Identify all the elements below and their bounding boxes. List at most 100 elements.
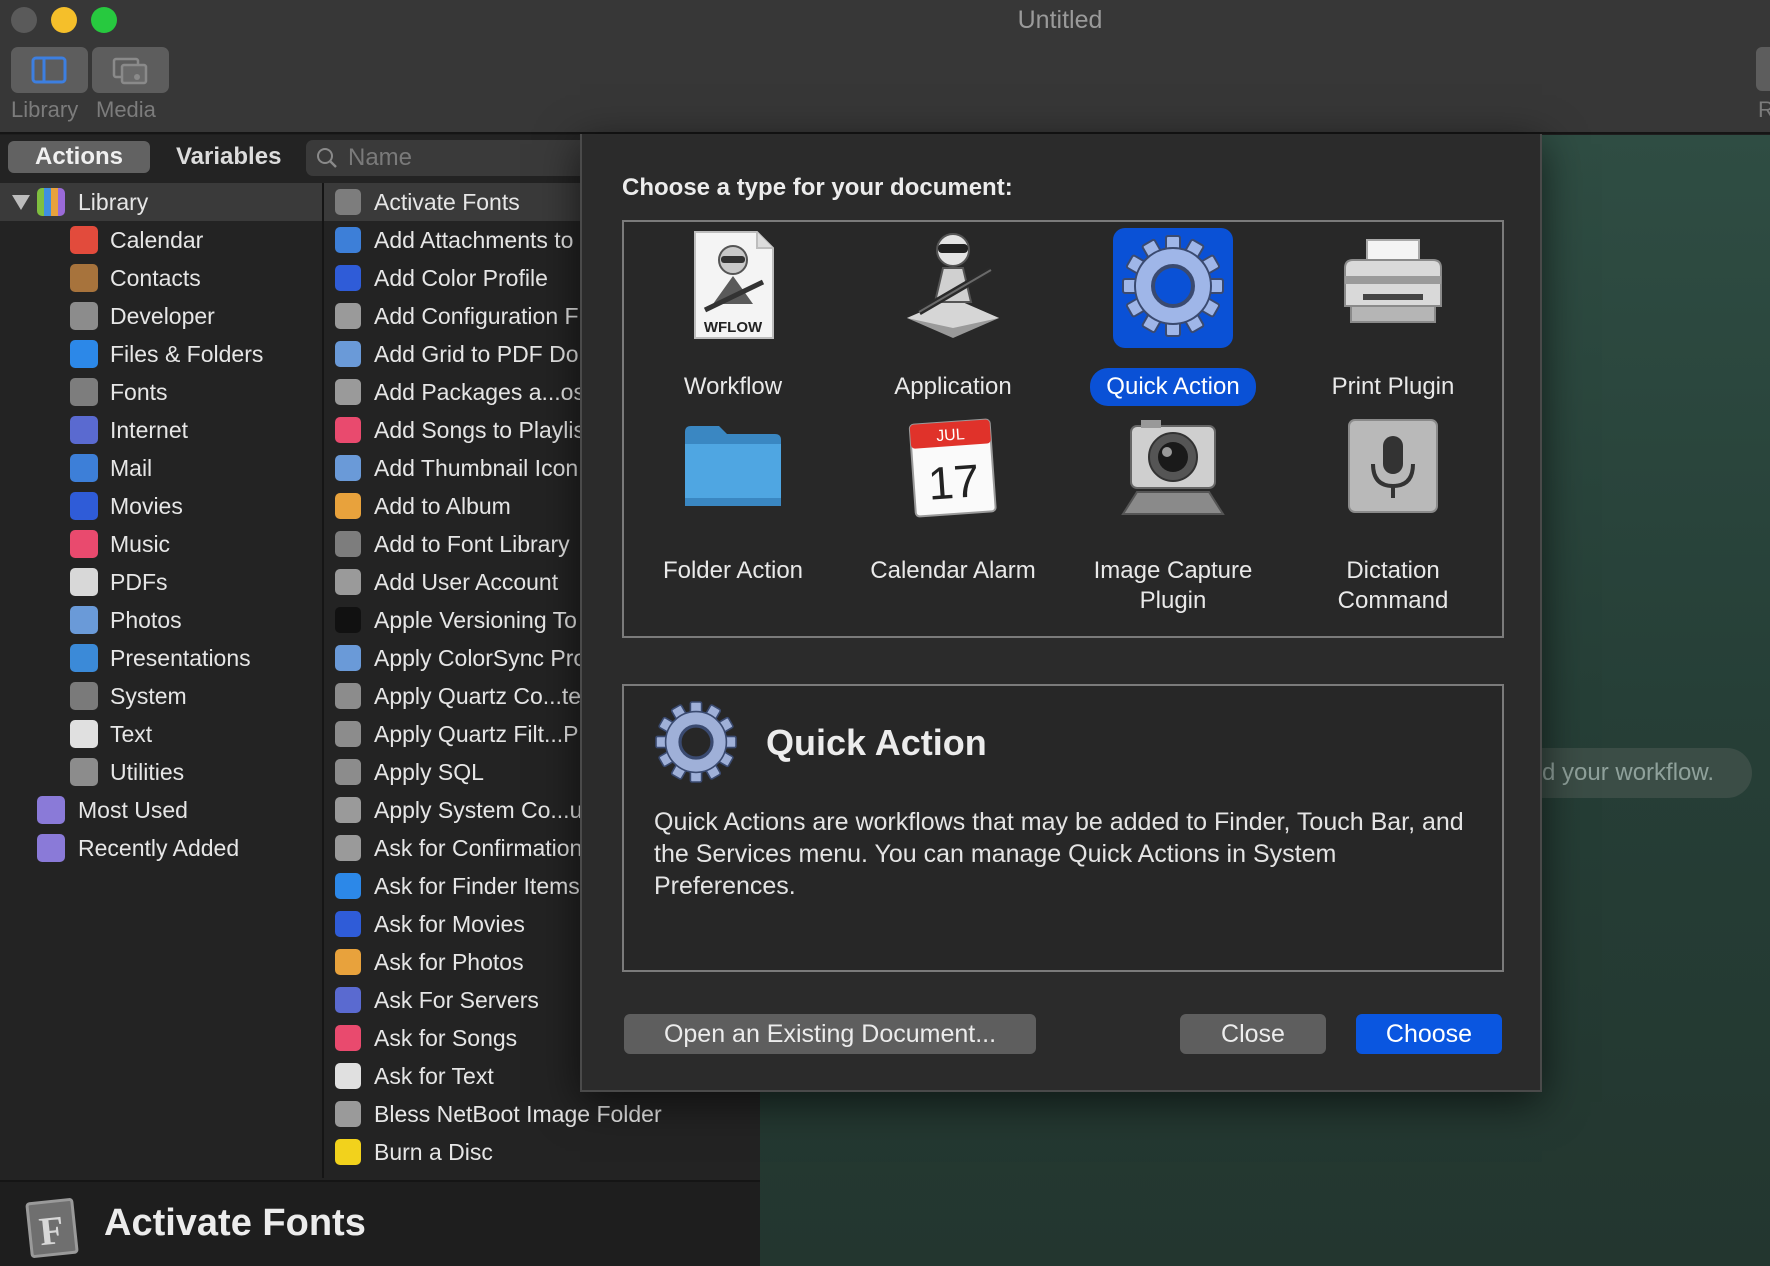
type-description-box: Quick Action Quick Actions are workflows… xyxy=(622,684,1504,972)
svg-text:JUL: JUL xyxy=(936,426,966,445)
mail-icon xyxy=(335,227,361,253)
category-photos[interactable]: Photos xyxy=(0,601,322,639)
action-label: Activate Fonts xyxy=(374,188,520,215)
action-label: Bless NetBoot Image Folder xyxy=(374,1100,662,1127)
category-mail[interactable]: Mail xyxy=(0,449,322,487)
category-label: Contacts xyxy=(110,264,201,291)
action-label: Apply Quartz Co...te xyxy=(374,682,582,709)
music-icon xyxy=(335,417,361,443)
action-label: Burn a Disc xyxy=(374,1138,493,1165)
action-label: Ask for Text xyxy=(374,1062,494,1089)
category-label: Music xyxy=(110,530,171,557)
automator-icon xyxy=(335,303,361,329)
camera-icon xyxy=(1113,412,1233,532)
search-field[interactable] xyxy=(306,140,606,176)
category-files-folders[interactable]: Files & Folders xyxy=(0,335,322,373)
library-segmented-control: Actions Variables xyxy=(8,141,303,173)
action-item[interactable]: Bless NetBoot Image Folder xyxy=(324,1095,760,1133)
category-pdfs[interactable]: PDFs xyxy=(0,563,322,601)
gear-icon xyxy=(655,701,737,783)
action-label: Add User Account xyxy=(374,568,559,595)
media-label: Media xyxy=(96,97,156,122)
type-label: Calendar Alarm xyxy=(870,557,1036,584)
category-label: Most Used xyxy=(78,796,188,823)
category-utilities[interactable]: Utilities xyxy=(0,753,322,791)
category-most-used[interactable]: Most Used xyxy=(0,791,322,829)
tab-actions[interactable]: Actions xyxy=(8,141,150,173)
automator-icon xyxy=(335,379,361,405)
tab-variables[interactable]: Variables xyxy=(154,141,303,173)
disclosure-triangle-icon[interactable] xyxy=(12,195,30,210)
category-fonts[interactable]: Fonts xyxy=(0,373,322,411)
category-system[interactable]: System xyxy=(0,677,322,715)
category-label: PDFs xyxy=(110,568,168,595)
category-text[interactable]: Text xyxy=(0,715,322,753)
window-title: Untitled xyxy=(1017,6,1103,34)
type-calendar-alarm[interactable]: JUL 17 Calendar Alarm xyxy=(844,412,1062,590)
category-presentations[interactable]: Presentations xyxy=(0,639,322,677)
workflow-hint: d your workflow. xyxy=(1512,748,1752,798)
automator-icon xyxy=(335,797,361,823)
font-book-icon xyxy=(70,378,98,406)
action-label: Ask for Finder Items xyxy=(374,872,580,899)
action-label: Ask for Movies xyxy=(374,910,525,937)
search-input[interactable] xyxy=(348,142,588,174)
burn-icon xyxy=(335,1139,361,1165)
font-book-icon xyxy=(335,189,361,215)
finder-icon xyxy=(70,340,98,368)
category-label: Mail xyxy=(110,454,153,481)
open-existing-document-button[interactable]: Open an Existing Document... xyxy=(624,1014,1036,1054)
choose-button[interactable]: Choose xyxy=(1356,1014,1502,1054)
type-application[interactable]: Application xyxy=(844,228,1062,406)
globe-icon xyxy=(70,416,98,444)
action-label: Add Color Profile xyxy=(374,264,548,291)
action-label: Add to Album xyxy=(374,492,511,519)
category-library-root[interactable]: Library xyxy=(0,183,322,221)
automator-robot-icon xyxy=(893,228,1013,348)
run-button[interactable] xyxy=(1756,47,1770,91)
close-button[interactable]: Close xyxy=(1180,1014,1326,1054)
category-label: Files & Folders xyxy=(110,340,264,367)
action-label: Ask For Servers xyxy=(374,986,539,1013)
preview-icon xyxy=(335,645,361,671)
keynote-icon xyxy=(70,644,98,672)
category-label: Presentations xyxy=(110,644,251,671)
folder-icon xyxy=(673,412,793,532)
category-label: Developer xyxy=(110,302,215,329)
media-button[interactable] xyxy=(92,47,169,93)
category-internet[interactable]: Internet xyxy=(0,411,322,449)
type-dictation-command[interactable]: Dictation Command xyxy=(1284,412,1502,620)
action-label: Add Songs to Playlis xyxy=(374,416,585,443)
category-label: Calendar xyxy=(110,226,204,253)
category-developer[interactable]: Developer xyxy=(0,297,322,335)
category-recently-added[interactable]: Recently Added xyxy=(0,829,322,867)
calendar-icon xyxy=(70,226,98,254)
globe-icon xyxy=(335,987,361,1013)
finder-icon xyxy=(335,873,361,899)
type-print-plugin[interactable]: Print Plugin xyxy=(1284,228,1502,406)
type-quick-action[interactable]: Quick Action xyxy=(1064,228,1282,406)
action-label: Apply ColorSync Pro xyxy=(374,644,587,671)
category-music[interactable]: Music xyxy=(0,525,322,563)
pdf-icon xyxy=(70,568,98,596)
type-label: Print Plugin xyxy=(1331,373,1455,400)
category-contacts[interactable]: Contacts xyxy=(0,259,322,297)
library-toggle-button[interactable] xyxy=(11,47,88,93)
photos-icon xyxy=(70,606,98,634)
category-calendar[interactable]: Calendar xyxy=(0,221,322,259)
smart-folder-icon xyxy=(37,796,65,824)
type-image-capture-plugin[interactable]: Image Capture Plugin xyxy=(1064,412,1282,620)
category-label: Recently Added xyxy=(78,834,240,861)
action-label: Add to Font Library xyxy=(374,530,570,557)
automator-robot-icon xyxy=(335,835,361,861)
photos-icon xyxy=(335,949,361,975)
action-label: Add Grid to PDF Do xyxy=(374,340,579,367)
text-icon xyxy=(70,720,98,748)
action-detail-panel: F Activate Fonts xyxy=(0,1180,760,1266)
type-workflow[interactable]: WFLOW Workflow xyxy=(624,228,842,406)
movies-icon xyxy=(335,911,361,937)
type-folder-action[interactable]: Folder Action xyxy=(624,412,842,590)
type-label: Application xyxy=(894,373,1012,400)
action-item[interactable]: Burn a Disc xyxy=(324,1133,760,1171)
category-movies[interactable]: Movies xyxy=(0,487,322,525)
